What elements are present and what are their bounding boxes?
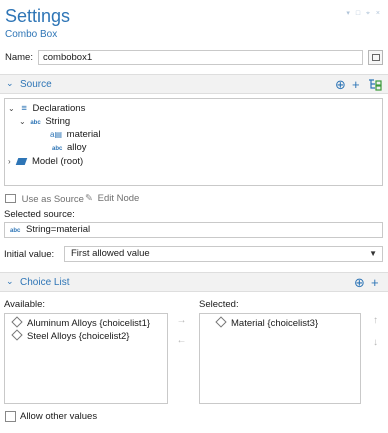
available-list[interactable]: Aluminum Alloys {choicelist1} Steel Allo… — [4, 313, 168, 404]
available-label: Available: — [4, 299, 46, 310]
name-input[interactable]: combobox1 — [38, 50, 363, 65]
chevron-down-icon: ⌄ — [6, 276, 14, 286]
selected-source-field: abc String=material — [4, 222, 383, 238]
tree-label: alloy — [66, 142, 87, 153]
source-section-title: Source — [20, 79, 52, 90]
list-item[interactable]: Aluminum Alloys {choicelist1} — [5, 316, 151, 330]
use-as-source-label: Use as Source — [21, 194, 84, 205]
dropdown-arrow-icon: ▼ — [369, 249, 377, 258]
selected-source-value: String=material — [25, 224, 91, 235]
initial-value-text: First allowed value — [71, 248, 150, 259]
window-controls[interactable]: ▾ □ ⌖ × — [346, 9, 382, 18]
settings-header: Settings Combo Box ▾ □ ⌖ × — [0, 0, 388, 46]
tree-label: Declarations — [32, 103, 86, 114]
add-icon[interactable]: + — [352, 78, 360, 91]
tree-label: Model (root) — [31, 156, 84, 167]
edit-node-label: Edit Node — [97, 193, 140, 204]
source-section-header[interactable]: ⌄ Source ⊕ + — [0, 74, 388, 94]
add-icon[interactable]: + — [371, 276, 379, 289]
chevron-down-icon: ⌄ — [19, 117, 26, 126]
choice-list-icon — [11, 316, 23, 328]
allow-other-values-label: Allow other values — [20, 411, 98, 422]
chevron-down-icon: ⌄ — [6, 78, 14, 88]
choice-list-section-title: Choice List — [20, 277, 70, 288]
selected-source-label: Selected source: — [4, 209, 75, 220]
name-options-button[interactable] — [368, 50, 383, 65]
list-item-label: Steel Alloys {choicelist2} — [27, 331, 130, 342]
tree-node-material[interactable]: a▤ material — [50, 129, 100, 141]
chevron-right-icon: › — [8, 157, 11, 166]
tree-label: material — [66, 129, 101, 140]
move-left-button[interactable]: ← — [175, 334, 188, 348]
list-item[interactable]: Steel Alloys {choicelist2} — [5, 329, 130, 343]
choice-list-section-header[interactable]: ⌄ Choice List ⊕ + — [0, 272, 388, 292]
name-label: Name: — [5, 52, 33, 63]
edit-node-icon: ✎ — [85, 193, 93, 204]
tree-label: String — [45, 116, 71, 127]
abc-icon: abc — [52, 146, 63, 152]
tree-node-declarations[interactable]: ⌄ ≡ Declarations — [8, 103, 85, 115]
initial-value-label: Initial value: — [4, 249, 55, 260]
arrow-down-icon: ↓ — [373, 337, 378, 348]
tree-node-model[interactable]: › Model (root) — [8, 156, 83, 168]
chevron-down-icon: ⌄ — [8, 104, 15, 113]
move-right-button[interactable]: → — [175, 314, 188, 328]
allow-other-values-checkbox[interactable] — [5, 411, 16, 422]
move-up-button[interactable]: ↑ — [369, 314, 382, 328]
tree-filter-icon[interactable] — [368, 78, 382, 93]
declarations-icon: ≡ — [21, 103, 27, 114]
arrow-up-icon: ↑ — [373, 315, 378, 326]
arrow-left-icon: ← — [176, 335, 187, 346]
window-icon — [372, 54, 380, 61]
use-as-source-icon — [5, 194, 16, 203]
choice-list-icon — [215, 316, 227, 328]
choice-list-icon — [11, 329, 23, 341]
tree-node-string[interactable]: ⌄ abc String — [19, 116, 70, 128]
add-circle-icon[interactable]: ⊕ — [354, 276, 365, 289]
selected-label: Selected: — [199, 299, 239, 310]
move-down-button[interactable]: ↓ — [369, 336, 382, 350]
page-subtitle: Combo Box — [5, 29, 58, 40]
use-as-source-button[interactable]: Use as Source — [5, 193, 84, 205]
list-item-label: Aluminum Alloys {choicelist1} — [27, 318, 151, 329]
model-icon — [16, 158, 28, 165]
list-item-label: Material {choicelist3} — [231, 318, 319, 329]
abc-icon: abc — [10, 228, 21, 234]
initial-value-select[interactable]: First allowed value ▼ — [64, 246, 383, 262]
source-tree[interactable]: ⌄ ≡ Declarations ⌄ abc String a▤ materia… — [4, 98, 383, 186]
list-item[interactable]: Material {choicelist3} — [200, 316, 319, 330]
abc-icon: abc — [30, 120, 41, 126]
add-circle-icon[interactable]: ⊕ — [335, 78, 346, 91]
selected-list[interactable]: Material {choicelist3} — [199, 313, 361, 404]
arrow-right-icon: → — [176, 315, 187, 326]
tree-node-alloy[interactable]: abc alloy — [52, 142, 87, 154]
page-title: Settings — [5, 6, 71, 26]
edit-node-button[interactable]: ✎ Edit Node — [85, 193, 139, 204]
string-list-icon: a▤ — [50, 130, 63, 139]
